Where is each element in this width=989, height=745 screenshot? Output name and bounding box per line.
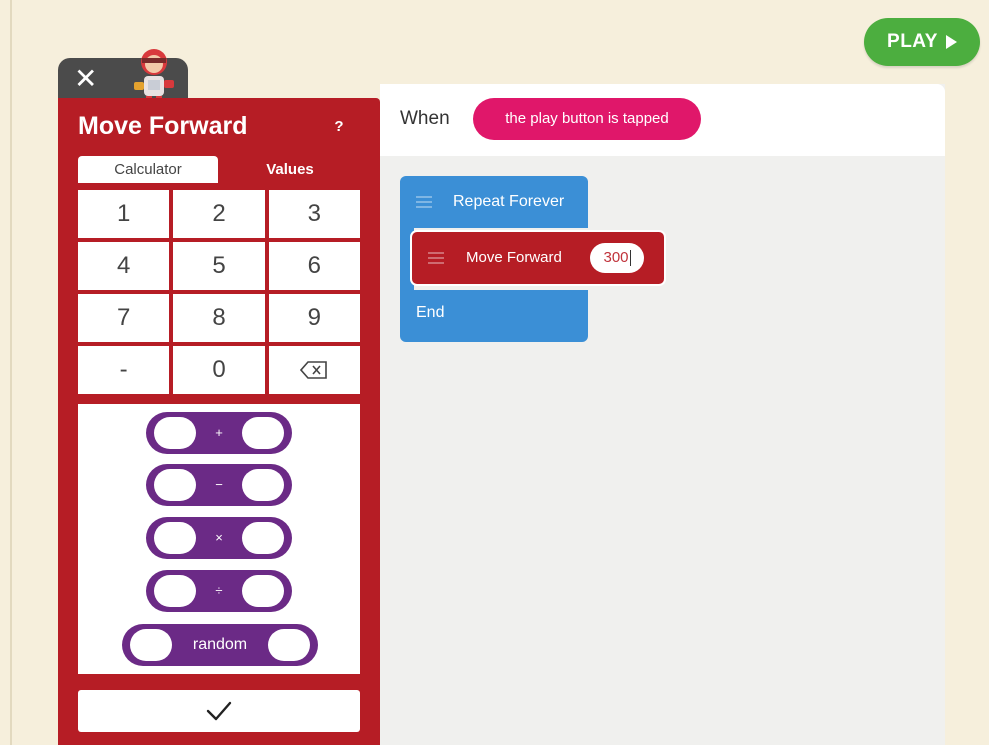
tab-calculator[interactable]: Calculator: [78, 156, 218, 183]
key-6[interactable]: 6: [268, 242, 360, 290]
subtract-operator-block[interactable]: −: [146, 464, 292, 506]
trigger-block[interactable]: the play button is tapped: [473, 98, 701, 140]
operand-right-slot[interactable]: [242, 417, 284, 449]
when-trigger-bar: When the play button is tapped: [380, 84, 945, 156]
move-distance-value: 300: [603, 249, 629, 266]
close-icon[interactable]: ✕: [74, 64, 97, 94]
help-button[interactable]: ?: [328, 116, 350, 138]
operand-right-slot[interactable]: [242, 575, 284, 607]
key-2[interactable]: 2: [173, 190, 265, 238]
end-label: End: [416, 304, 445, 321]
key-3[interactable]: 3: [268, 190, 360, 238]
operand-right-slot[interactable]: [242, 469, 284, 501]
divide-operator-block[interactable]: ÷: [146, 570, 292, 612]
add-operator-block[interactable]: +: [146, 412, 292, 454]
when-label: When: [400, 108, 450, 129]
key-7[interactable]: 7: [78, 294, 170, 342]
code-canvas: When the play button is tapped Repeat Fo…: [380, 84, 945, 745]
operand-right-slot[interactable]: [242, 522, 284, 554]
backspace-icon: [300, 361, 328, 379]
tab-values[interactable]: Values: [220, 156, 360, 183]
play-button-label: PLAY: [887, 31, 938, 52]
block-editor-panel: Move Forward ? Calculator Values 1 2 3 4…: [58, 98, 380, 745]
key-5[interactable]: 5: [173, 242, 265, 290]
key-1[interactable]: 1: [78, 190, 170, 238]
move-forward-block[interactable]: Move Forward 300: [412, 232, 664, 284]
repeat-forever-block[interactable]: Repeat Forever: [400, 176, 588, 228]
panel-title: Move Forward: [78, 112, 248, 140]
drag-handle-icon[interactable]: [416, 196, 432, 208]
number-keypad: 1 2 3 4 5 6 7 8 9 - 0: [78, 190, 360, 394]
key-0[interactable]: 0: [173, 346, 265, 394]
key-9[interactable]: 9: [268, 294, 360, 342]
key-4[interactable]: 4: [78, 242, 170, 290]
repeat-end-block: End: [400, 290, 588, 342]
operator-blocks: + − × ÷ random: [78, 404, 360, 674]
play-triangle-icon: [945, 35, 957, 49]
move-distance-input[interactable]: 300: [590, 243, 644, 273]
text-cursor: [629, 250, 631, 267]
move-forward-label: Move Forward: [466, 249, 562, 266]
repeat-label: Repeat Forever: [453, 193, 565, 210]
key-8[interactable]: 8: [173, 294, 265, 342]
confirm-button[interactable]: [78, 690, 360, 732]
random-operator-block[interactable]: random: [122, 624, 318, 666]
drag-handle-icon[interactable]: [428, 252, 444, 264]
key-minus[interactable]: -: [78, 346, 170, 394]
backspace-key[interactable]: [268, 346, 360, 394]
page-edge-line: [10, 0, 12, 745]
robot-character-icon: [134, 49, 174, 102]
operand-right-slot[interactable]: [268, 629, 310, 661]
multiply-operator-block[interactable]: ×: [146, 517, 292, 559]
checkmark-icon: [206, 701, 232, 721]
play-button[interactable]: PLAY: [864, 18, 980, 66]
